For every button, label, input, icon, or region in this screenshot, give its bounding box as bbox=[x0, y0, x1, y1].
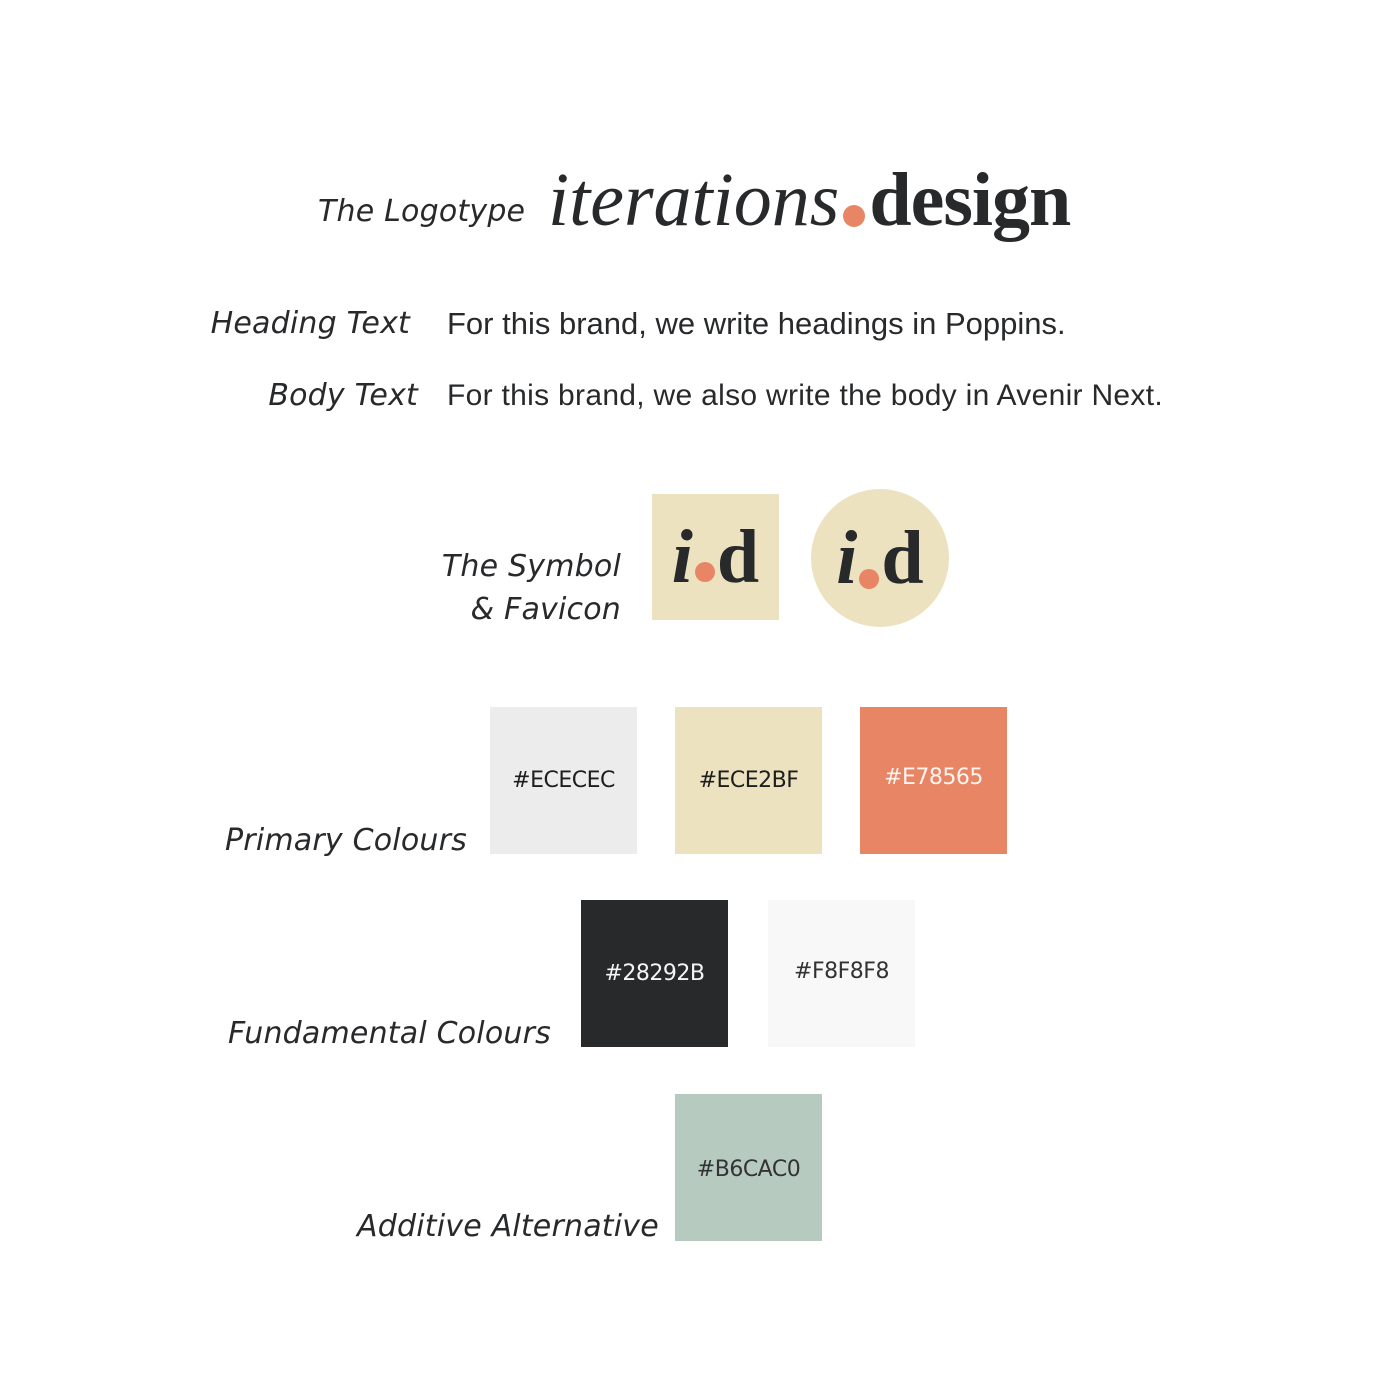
swatch-light-grey: #ECECEC bbox=[490, 707, 637, 854]
fundamental-colours-label: Fundamental Colours bbox=[228, 1016, 551, 1051]
logotype-label: The Logotype bbox=[318, 194, 526, 229]
logotype-dot-icon bbox=[843, 205, 866, 227]
swatch-hex: #B6CAC0 bbox=[696, 1157, 801, 1182]
symbol-glyph-d: d bbox=[716, 514, 760, 599]
primary-colours-label: Primary Colours bbox=[225, 823, 467, 858]
symbol-label: The Symbol & Favicon bbox=[442, 545, 621, 631]
swatch-hex: #28292B bbox=[604, 961, 705, 986]
swatch-hex: #ECECEC bbox=[512, 768, 615, 793]
logotype: iterations design bbox=[548, 158, 1071, 242]
heading-text-sample: For this brand, we write headings in Pop… bbox=[447, 306, 1066, 341]
swatch-off-white: #F8F8F8 bbox=[768, 900, 915, 1047]
swatch-hex: #ECE2BF bbox=[698, 768, 799, 793]
symbol-label-line1: The Symbol bbox=[441, 549, 621, 584]
swatch-hex: #F8F8F8 bbox=[794, 959, 889, 984]
symbol-label-line2: & Favicon bbox=[470, 592, 621, 627]
body-text-label: Body Text bbox=[268, 378, 418, 413]
swatch-charcoal: #28292B bbox=[581, 900, 728, 1047]
favicon-circle-icon: id bbox=[811, 489, 949, 627]
symbol-glyph-i: i bbox=[671, 514, 693, 599]
symbol-dot-icon bbox=[694, 562, 715, 582]
logotype-domain: design bbox=[869, 158, 1071, 242]
swatch-sage: #B6CAC0 bbox=[675, 1094, 822, 1241]
logotype-word: iterations bbox=[548, 158, 840, 242]
swatch-hex: #E78565 bbox=[884, 765, 983, 790]
favicon-glyph-d: d bbox=[881, 515, 924, 600]
additive-alternative-label: Additive Alternative bbox=[357, 1209, 659, 1244]
favicon-dot-icon bbox=[859, 569, 880, 589]
favicon-glyph-i: i bbox=[836, 515, 858, 600]
swatch-coral: #E78565 bbox=[860, 707, 1007, 854]
heading-text-label: Heading Text bbox=[210, 306, 410, 341]
symbol-square-icon: id bbox=[652, 494, 779, 620]
body-text-sample: For this brand, we also write the body i… bbox=[447, 379, 1163, 412]
swatch-cream: #ECE2BF bbox=[675, 707, 822, 854]
